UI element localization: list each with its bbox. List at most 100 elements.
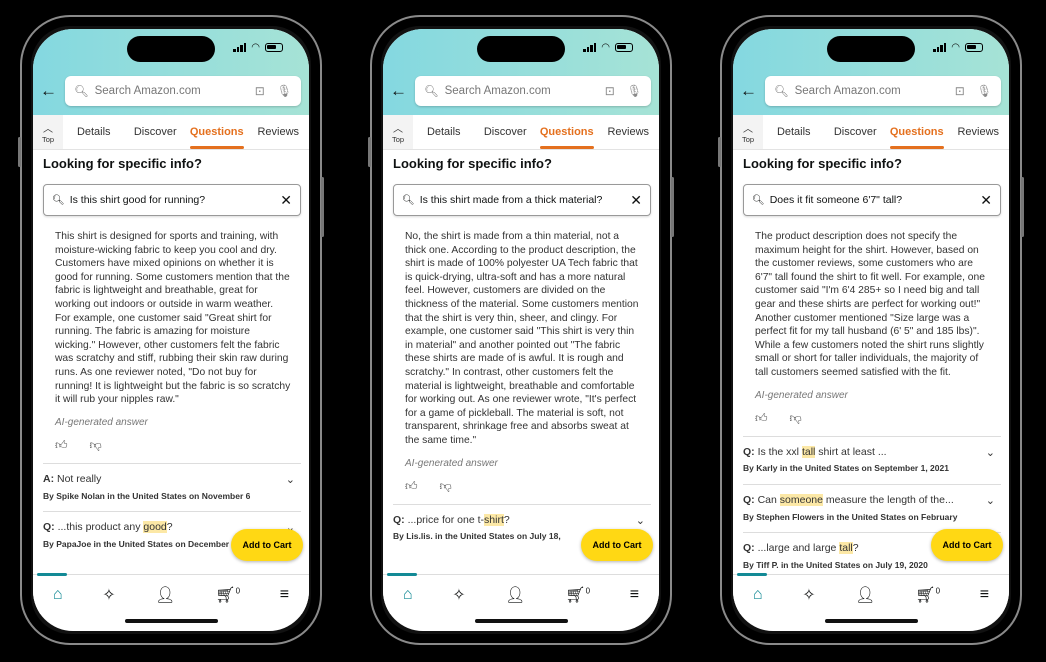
dynamic-island bbox=[477, 36, 565, 62]
back-arrow-icon[interactable]: ← bbox=[740, 81, 757, 101]
camera-scan-icon[interactable]: ⊡ bbox=[605, 84, 615, 98]
home-icon[interactable]: ⌂ bbox=[403, 586, 413, 604]
tab-reviews[interactable]: Reviews bbox=[948, 115, 1010, 149]
tab-discover[interactable]: Discover bbox=[825, 115, 887, 149]
thumbs-up-icon[interactable]: 👍︎ bbox=[755, 412, 768, 426]
chevron-down-icon[interactable]: ⌄ bbox=[986, 495, 995, 509]
tab-details[interactable]: Details bbox=[63, 115, 125, 149]
search-input[interactable]: 🔍︎ Search Amazon.com ⊡ 🎙︎ bbox=[65, 76, 301, 106]
qa-highlight: shirt bbox=[484, 513, 504, 526]
microphone-icon[interactable]: 🎙︎ bbox=[277, 84, 292, 98]
tab-bar: ︿ Top Details Discover Questions Reviews bbox=[733, 115, 1009, 150]
sparkle-icon[interactable]: ✧ bbox=[452, 585, 465, 605]
top-label: Top bbox=[741, 135, 755, 144]
search-input[interactable]: 🔍︎ Search Amazon.com ⊡ 🎙︎ bbox=[415, 76, 651, 106]
qa-text: Not really bbox=[54, 472, 102, 485]
menu-icon[interactable]: ≡ bbox=[630, 586, 639, 604]
status-bar: ◠ bbox=[933, 42, 983, 53]
sparkle-icon[interactable]: ✧ bbox=[802, 585, 815, 605]
qa-list-item[interactable]: Q: Is the xxl tall shirt at least ... By … bbox=[743, 435, 1001, 484]
bottom-nav: ⌂ ✧ 👤︎ 🛒︎0 ≡ bbox=[733, 573, 1009, 614]
qa-highlight: tall bbox=[839, 542, 853, 555]
profile-icon[interactable]: 👤︎ bbox=[505, 585, 525, 605]
menu-icon[interactable]: ≡ bbox=[980, 586, 989, 604]
back-arrow-icon[interactable]: ← bbox=[390, 81, 407, 101]
ai-answer: The product description does not specify… bbox=[743, 230, 1001, 574]
thumbs-down-icon[interactable]: 👎︎ bbox=[440, 479, 452, 494]
bottom-nav: ⌂ ✧ 👤︎ 🛒︎0 ≡ bbox=[33, 573, 309, 614]
qa-highlight: tall bbox=[801, 445, 816, 458]
add-to-cart-button[interactable]: Add to Cart bbox=[931, 529, 1003, 561]
phone-screen: ◠ ← 🔍︎ Search Amazon.com ⊡ 🎙︎ ︿ Top Details Di… bbox=[383, 29, 659, 631]
clear-icon[interactable]: ✕ bbox=[630, 192, 642, 209]
cart-icon[interactable]: 🛒︎0 bbox=[215, 585, 240, 605]
tab-reviews[interactable]: Reviews bbox=[598, 115, 660, 149]
signal-icon bbox=[933, 43, 947, 52]
search-icon: 🔍︎ bbox=[752, 194, 765, 206]
qa-byline: By Stephen Flowers in the United States … bbox=[743, 511, 958, 522]
ai-generated-label: AI-generated answer bbox=[755, 389, 848, 401]
home-icon[interactable]: ⌂ bbox=[753, 586, 763, 604]
thumbs-down-icon[interactable]: 👎︎ bbox=[790, 412, 802, 426]
qa-list-item[interactable]: Q: Can someone measure the length of the… bbox=[743, 483, 1001, 532]
tab-bar: ︿ Top Details Discover Questions Reviews bbox=[33, 115, 309, 150]
phone-screen: ◠ ← 🔍︎ Search Amazon.com ⊡ 🎙︎ ︿ Top Details Di… bbox=[733, 29, 1009, 631]
wifi-icon: ◠ bbox=[601, 42, 610, 53]
home-icon[interactable]: ⌂ bbox=[53, 586, 63, 604]
chevron-down-icon[interactable]: ⌄ bbox=[286, 474, 295, 488]
back-to-top-button[interactable]: ︿ Top bbox=[733, 115, 763, 149]
questions-section: Looking for specific info? 🔍︎ Is this shi… bbox=[383, 150, 659, 574]
camera-scan-icon[interactable]: ⊡ bbox=[955, 84, 965, 98]
home-indicator bbox=[825, 619, 918, 623]
back-to-top-button[interactable]: ︿ Top bbox=[383, 115, 413, 149]
answer-text: This shirt is designed for sports and tr… bbox=[55, 231, 291, 406]
qa-text: Can bbox=[754, 493, 780, 506]
cart-icon[interactable]: 🛒︎0 bbox=[565, 585, 590, 605]
tab-discover[interactable]: Discover bbox=[125, 115, 187, 149]
back-arrow-icon[interactable]: ← bbox=[40, 81, 57, 101]
back-to-top-button[interactable]: ︿ Top bbox=[33, 115, 63, 149]
question-search-input[interactable]: 🔍︎ Does it fit someone 6'7" tall? ✕ bbox=[743, 184, 1001, 216]
tab-details[interactable]: Details bbox=[763, 115, 825, 149]
sparkle-icon[interactable]: ✧ bbox=[102, 585, 115, 605]
microphone-icon[interactable]: 🎙︎ bbox=[977, 84, 992, 98]
phone-frame: ◠ ← 🔍︎ Search Amazon.com ⊡ 🎙︎ ︿ Top Details Di… bbox=[718, 15, 1024, 645]
clear-icon[interactable]: ✕ bbox=[280, 192, 292, 209]
thumbs-down-icon[interactable]: 👎︎ bbox=[90, 439, 102, 453]
side-button bbox=[671, 177, 674, 237]
cart-icon[interactable]: 🛒︎0 bbox=[915, 585, 940, 605]
qa-list-item[interactable]: A: Not really By Spike Nolan in the Unite… bbox=[43, 462, 301, 511]
tab-questions[interactable]: Questions bbox=[536, 115, 598, 149]
qa-label: A: bbox=[43, 472, 55, 485]
question-search-input[interactable]: 🔍︎ Is this shirt made from a thick materi… bbox=[393, 184, 651, 216]
profile-icon[interactable]: 👤︎ bbox=[155, 585, 175, 605]
thumbs-up-icon[interactable]: 👍︎ bbox=[405, 479, 418, 494]
side-button bbox=[1021, 177, 1024, 237]
question-search-input[interactable]: 🔍︎ Is this shirt good for running? ✕ bbox=[43, 184, 301, 216]
phone-frame: ◠ ← 🔍︎ Search Amazon.com ⊡ 🎙︎ ︿ Top Details Di… bbox=[18, 15, 324, 645]
clear-icon[interactable]: ✕ bbox=[980, 192, 992, 209]
add-to-cart-button[interactable]: Add to Cart bbox=[581, 529, 653, 561]
chevron-down-icon[interactable]: ⌄ bbox=[636, 515, 645, 529]
header: ◠ ← 🔍︎ Search Amazon.com ⊡ 🎙︎ bbox=[383, 29, 659, 115]
add-to-cart-button[interactable]: Add to Cart bbox=[231, 529, 303, 561]
tab-details[interactable]: Details bbox=[413, 115, 475, 149]
menu-icon[interactable]: ≡ bbox=[280, 586, 289, 604]
profile-icon[interactable]: 👤︎ bbox=[855, 585, 875, 605]
qa-text: ...large and large bbox=[754, 542, 840, 555]
section-title: Looking for specific info? bbox=[743, 156, 902, 171]
tab-questions[interactable]: Questions bbox=[886, 115, 948, 149]
signal-icon bbox=[233, 43, 247, 52]
qa-label: Q: bbox=[743, 445, 755, 458]
search-input[interactable]: 🔍︎ Search Amazon.com ⊡ 🎙︎ bbox=[765, 76, 1001, 106]
tab-discover[interactable]: Discover bbox=[475, 115, 537, 149]
camera-scan-icon[interactable]: ⊡ bbox=[255, 84, 265, 98]
microphone-icon[interactable]: 🎙︎ bbox=[627, 84, 642, 98]
thumbs-up-icon[interactable]: 👍︎ bbox=[55, 439, 68, 453]
qa-text: ...price for one t- bbox=[404, 513, 485, 526]
tab-reviews[interactable]: Reviews bbox=[248, 115, 310, 149]
chevron-down-icon[interactable]: ⌄ bbox=[986, 447, 995, 461]
qa-text-end: ? bbox=[852, 542, 859, 555]
tab-questions[interactable]: Questions bbox=[186, 115, 248, 149]
top-label: Top bbox=[41, 135, 55, 144]
